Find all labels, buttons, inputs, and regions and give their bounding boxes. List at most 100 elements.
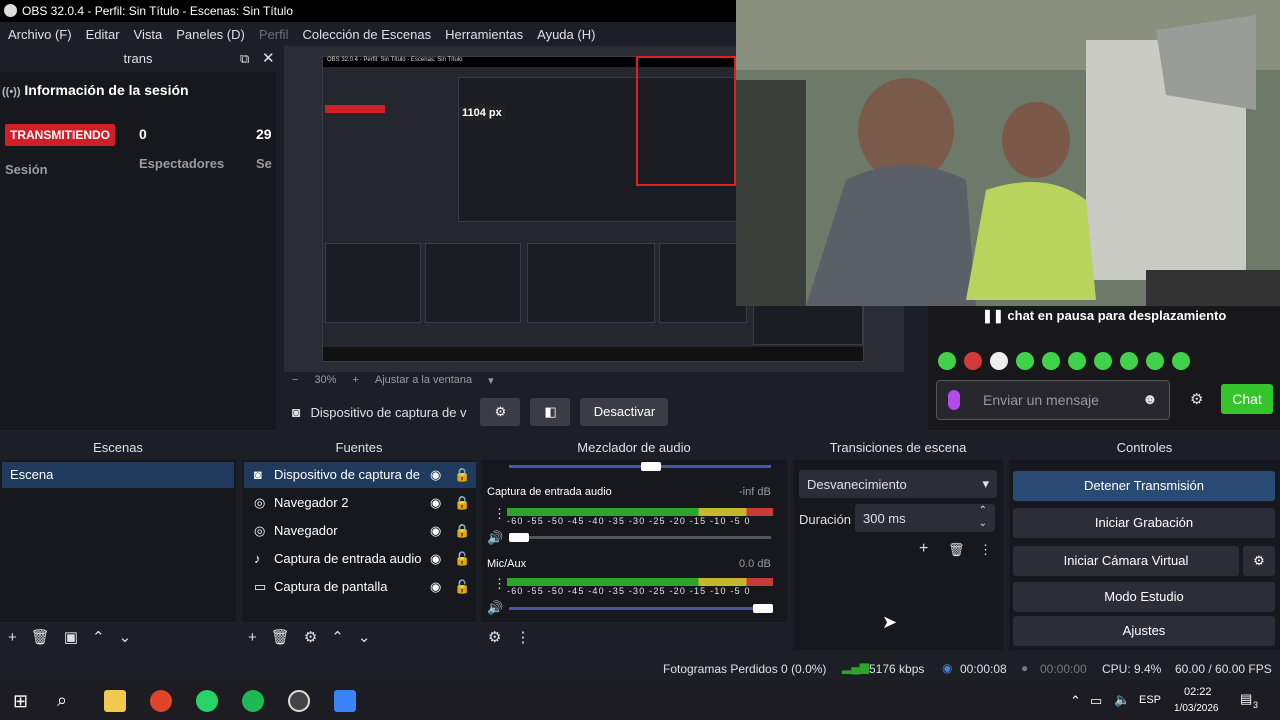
- chat-send-button[interactable]: Chat: [1221, 384, 1273, 414]
- language-indicator[interactable]: ESP: [1139, 694, 1161, 706]
- emote-icon[interactable]: [1068, 352, 1086, 370]
- session-dock: trans ⧉ ✕ ((•)) Información de la sesión…: [0, 46, 276, 430]
- search-icon[interactable]: ⌕: [57, 690, 67, 711]
- volume-slider[interactable]: [509, 607, 771, 610]
- chat-message-input[interactable]: Enviar un mensaje: [936, 380, 1170, 420]
- source-properties-button[interactable]: ⚙: [480, 398, 521, 426]
- source-item[interactable]: ◙ Dispositivo de captura de v ◉ 🔒: [244, 462, 476, 488]
- file-explorer-icon[interactable]: [104, 690, 126, 712]
- volume-icon[interactable]: 🔈: [1114, 692, 1130, 708]
- volume-slider-top[interactable]: [509, 465, 771, 468]
- remove-scene-icon[interactable]: 🗑: [31, 628, 50, 646]
- source-item[interactable]: ◎ Navegador ◉ 🔒: [244, 518, 476, 544]
- channel-name: Mic/Aux: [487, 558, 527, 570]
- source-filters-button[interactable]: ◧: [530, 398, 571, 426]
- source-item[interactable]: ▭ Captura de pantalla ◉ 🔓: [244, 574, 476, 600]
- source-item[interactable]: ♪ Captura de entrada audio ◉ 🔓: [244, 546, 476, 572]
- channel-menu-icon[interactable]: ⋮: [493, 576, 506, 592]
- visibility-eye-icon[interactable]: ◉: [430, 518, 441, 544]
- store-icon[interactable]: [334, 690, 356, 712]
- emote-icon[interactable]: [1120, 352, 1138, 370]
- zoom-in-button[interactable]: +: [352, 374, 358, 386]
- lock-icon[interactable]: 🔒: [454, 518, 470, 544]
- duration-spinbox[interactable]: 300 ms ⌃ ⌄: [855, 504, 995, 532]
- spin-arrows-icon[interactable]: ⌃ ⌄: [979, 504, 987, 530]
- scene-filters-icon[interactable]: ▣: [64, 628, 78, 646]
- move-down-icon[interactable]: ⌄: [119, 628, 132, 646]
- menu-editar[interactable]: Editar: [86, 27, 120, 42]
- start-recording-button[interactable]: Iniciar Grabación: [1013, 508, 1275, 538]
- volume-knob[interactable]: [641, 462, 661, 471]
- emote-icon[interactable]: [1146, 352, 1164, 370]
- fit-window-button[interactable]: Ajustar a la ventana: [375, 374, 472, 386]
- virtual-camera-settings-button[interactable]: ⚙: [1243, 546, 1275, 576]
- menu-paneles[interactable]: Paneles (D): [176, 27, 245, 42]
- speaker-icon[interactable]: 🔊: [487, 600, 503, 616]
- mixer-menu-icon[interactable]: ⋮: [515, 628, 530, 646]
- add-transition-icon[interactable]: +: [919, 540, 928, 558]
- move-down-icon[interactable]: ⌄: [358, 628, 371, 646]
- lock-icon[interactable]: 🔒: [454, 462, 470, 488]
- remove-source-icon[interactable]: 🗑: [271, 628, 290, 646]
- emote-icon[interactable]: [990, 352, 1008, 370]
- deactivate-button[interactable]: Desactivar: [580, 398, 669, 426]
- advanced-audio-gear-icon[interactable]: ⚙: [488, 628, 501, 646]
- settings-button[interactable]: Ajustes: [1013, 616, 1275, 646]
- notifications-icon[interactable]: ▤: [1240, 691, 1252, 707]
- channel-menu-icon[interactable]: ⋮: [493, 506, 506, 522]
- add-source-icon[interactable]: +: [248, 629, 257, 646]
- clock-time[interactable]: 02:22: [1184, 686, 1212, 698]
- menu-ayuda[interactable]: Ayuda (H): [537, 27, 595, 42]
- transition-menu-icon[interactable]: ⋮: [979, 542, 992, 558]
- emote-icon[interactable]: [1094, 352, 1112, 370]
- lock-icon[interactable]: 🔒: [454, 490, 470, 516]
- emote-icon[interactable]: [964, 352, 982, 370]
- zoom-out-button[interactable]: −: [292, 374, 298, 386]
- tray-chevron-icon[interactable]: ⌃: [1070, 693, 1081, 709]
- remove-transition-icon[interactable]: 🗑: [948, 542, 965, 558]
- speaker-icon[interactable]: 🔊: [487, 530, 503, 546]
- menu-vista[interactable]: Vista: [134, 27, 163, 42]
- lock-icon[interactable]: 🔓: [454, 546, 470, 572]
- windows-start-icon[interactable]: ⊞: [13, 691, 28, 712]
- stop-stream-button[interactable]: Detener Transmisión: [1013, 471, 1275, 501]
- visibility-eye-icon[interactable]: ◉: [430, 546, 441, 572]
- volume-knob[interactable]: [509, 533, 529, 542]
- emote-icon[interactable]: [938, 352, 956, 370]
- chevron-down-icon[interactable]: ▾: [488, 374, 494, 387]
- volume-knob[interactable]: [753, 604, 773, 613]
- start-virtual-camera-button[interactable]: Iniciar Cámara Virtual: [1013, 546, 1239, 576]
- lock-icon[interactable]: 🔓: [454, 574, 470, 600]
- gear-icon: ⚙: [1253, 553, 1265, 568]
- clock-date[interactable]: 1/03/2026: [1174, 703, 1219, 714]
- emote-icon[interactable]: [1172, 352, 1190, 370]
- chat-paused-notice[interactable]: ❚❚ chat en pausa para desplazamiento: [982, 308, 1226, 324]
- menu-herramientas[interactable]: Herramientas: [445, 27, 523, 42]
- move-up-icon[interactable]: ⌃: [92, 628, 105, 646]
- emoji-icon[interactable]: ☻: [1142, 391, 1158, 408]
- move-up-icon[interactable]: ⌃: [331, 628, 344, 646]
- visibility-eye-icon[interactable]: ◉: [430, 462, 441, 488]
- source-settings-gear-icon[interactable]: ⚙: [304, 628, 317, 646]
- close-dock-icon[interactable]: ✕: [262, 46, 275, 72]
- transition-select[interactable]: Desvanecimiento ▾: [799, 470, 997, 498]
- visibility-eye-icon[interactable]: ◉: [430, 490, 441, 516]
- spotify-icon[interactable]: [242, 690, 264, 712]
- visibility-eye-icon[interactable]: ◉: [430, 574, 441, 600]
- scene-item[interactable]: Escena: [2, 462, 234, 488]
- whatsapp-icon[interactable]: [196, 690, 218, 712]
- chat-settings-gear-icon[interactable]: ⚙: [1190, 390, 1203, 408]
- add-scene-icon[interactable]: +: [8, 629, 17, 646]
- studio-mode-button[interactable]: Modo Estudio: [1013, 582, 1275, 612]
- volume-slider[interactable]: [509, 536, 771, 539]
- emote-icon[interactable]: [1016, 352, 1034, 370]
- menu-coleccion[interactable]: Colección de Escenas: [302, 27, 431, 42]
- source-item[interactable]: ◎ Navegador 2 ◉ 🔒: [244, 490, 476, 516]
- menu-perfil[interactable]: Perfil: [259, 27, 289, 42]
- emote-icon[interactable]: [1042, 352, 1060, 370]
- obs-icon[interactable]: [288, 690, 310, 712]
- network-icon[interactable]: ▭: [1090, 693, 1102, 709]
- menu-archivo[interactable]: Archivo (F): [8, 27, 72, 42]
- chrome-icon[interactable]: [150, 690, 172, 712]
- float-dock-icon[interactable]: ⧉: [240, 46, 249, 72]
